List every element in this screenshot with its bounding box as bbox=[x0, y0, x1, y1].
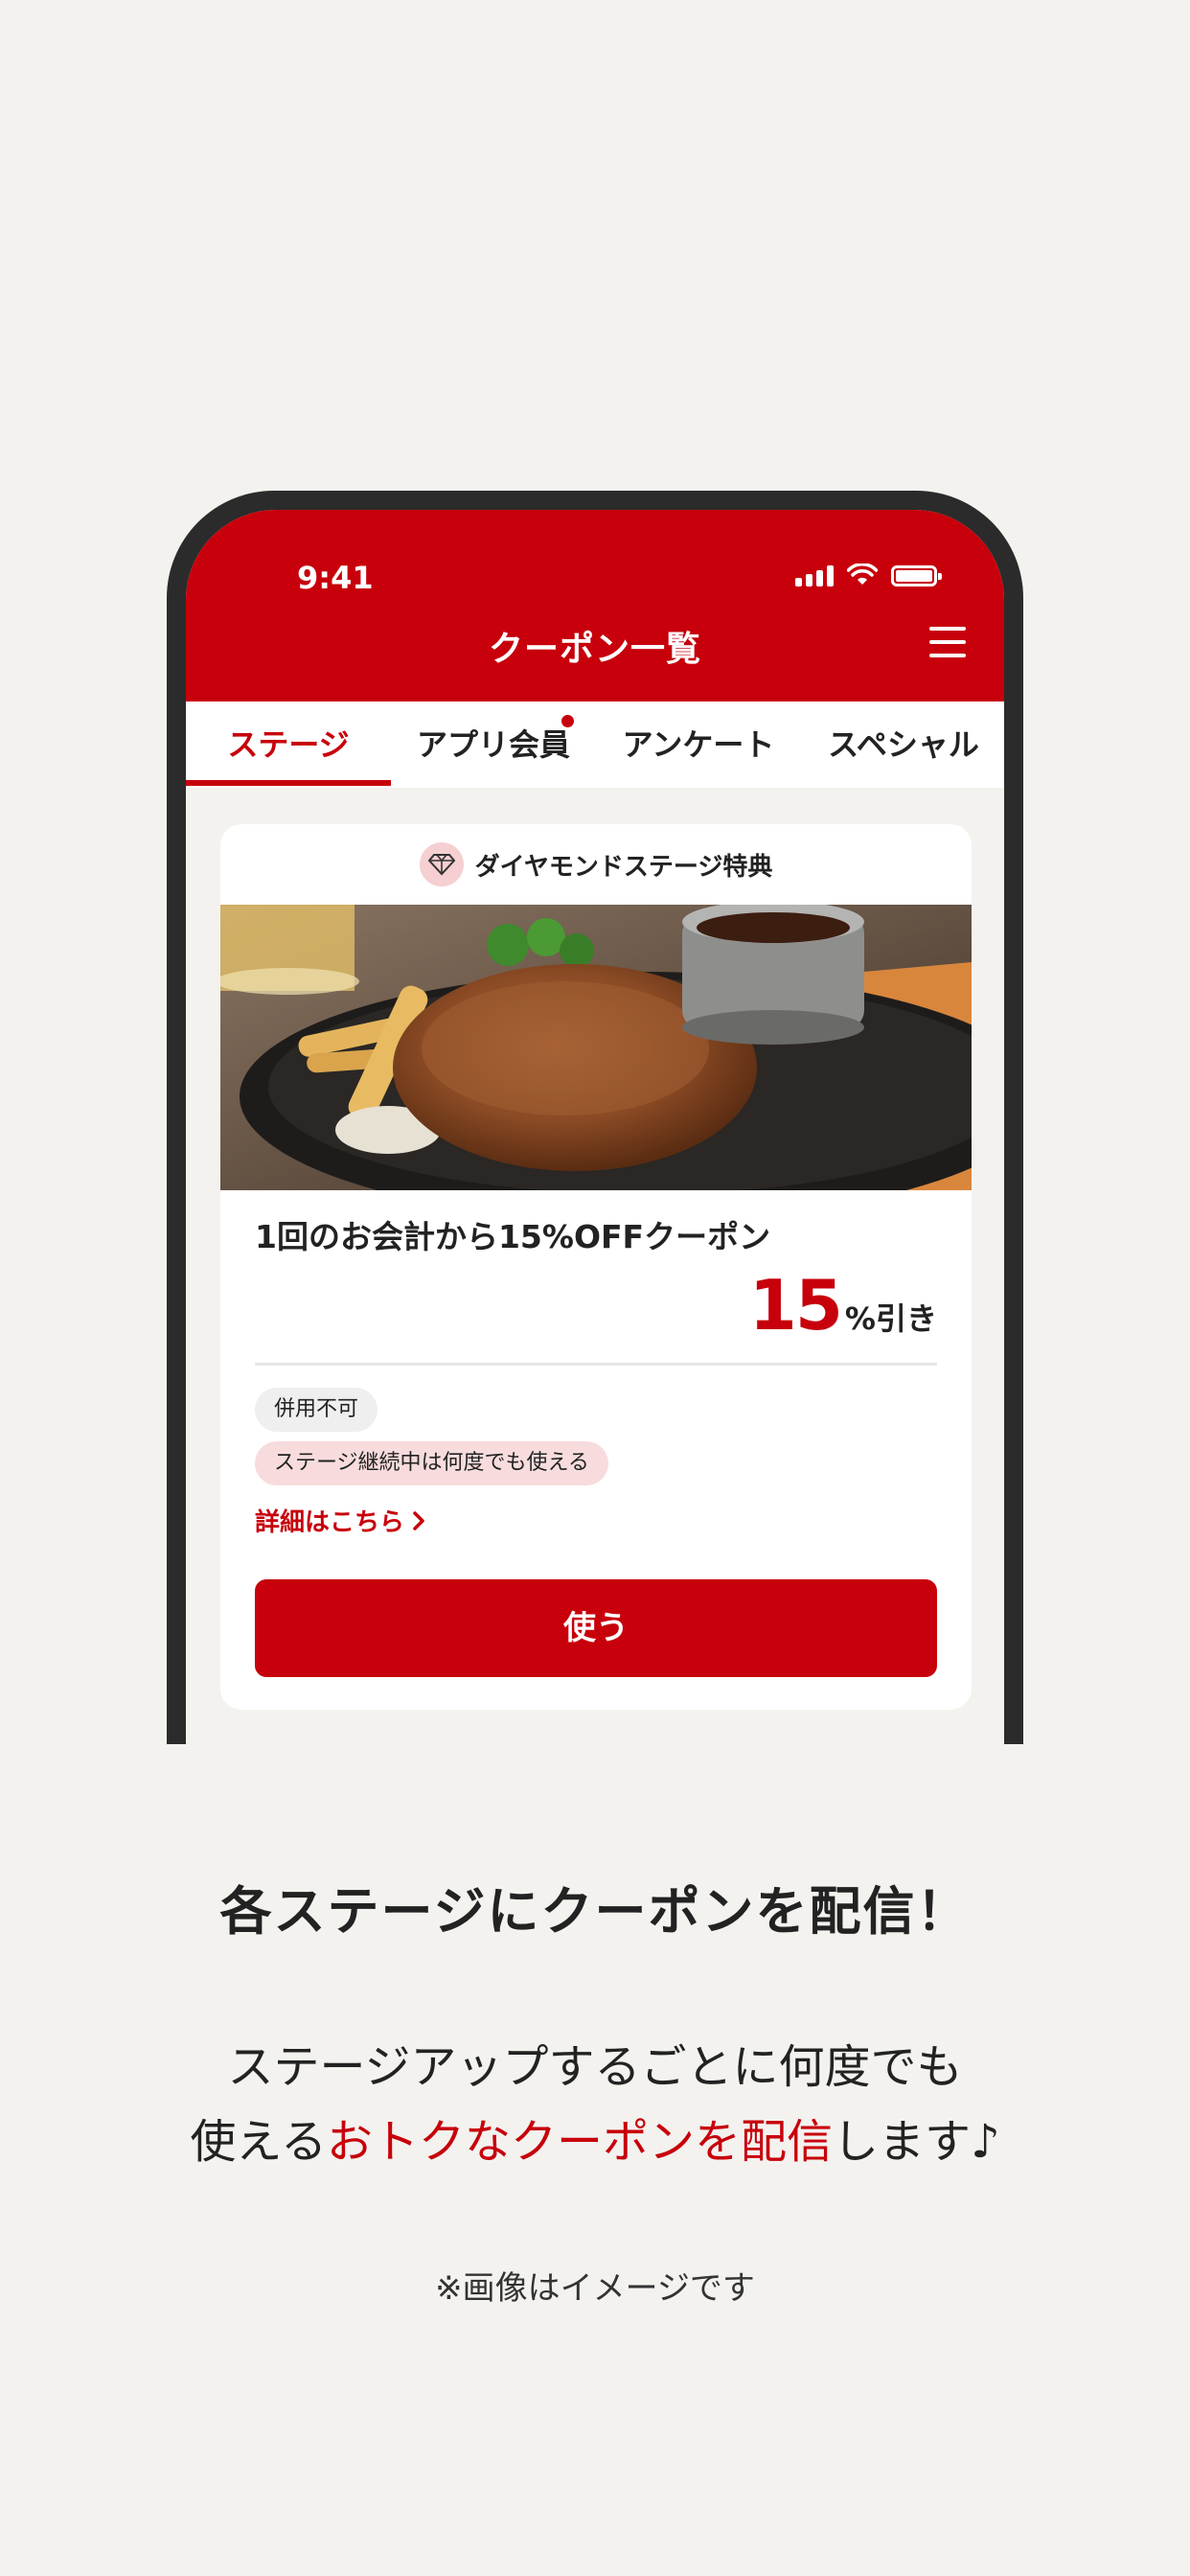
tab-survey[interactable]: アンケート bbox=[596, 702, 801, 788]
page-title: クーポン一覧 bbox=[488, 630, 701, 669]
battery-icon bbox=[891, 565, 942, 586]
promo-desc-suffix: します♪ bbox=[832, 2115, 1000, 2169]
phone-mockup: 9:41 クーポン一覧 ステージ アプリ会員 アンケート スペシャル ダイヤモン… bbox=[167, 491, 1023, 1744]
tag-not-combinable: 併用不可 bbox=[255, 1388, 378, 1432]
coupon-card: ダイヤモンドステージ特典 1回のお会計から15%OFFクーポン 15 %引き 併… bbox=[220, 824, 972, 1710]
diamond-icon bbox=[419, 842, 464, 886]
image-note: ※画像はイメージです bbox=[435, 2269, 755, 2308]
chevron-right-icon bbox=[413, 1510, 424, 1530]
divider bbox=[255, 1363, 937, 1366]
notification-dot bbox=[561, 715, 574, 727]
signal-icon bbox=[795, 565, 834, 586]
promo-desc-line1: ステージアップするごとに何度でも bbox=[227, 2040, 963, 2094]
card-header: ダイヤモンドステージ特典 bbox=[220, 824, 972, 905]
detail-link-label: 詳細はこちら bbox=[255, 1508, 405, 1537]
status-time: 9:41 bbox=[297, 560, 374, 596]
stage-benefit-label: ダイヤモンドステージ特典 bbox=[474, 852, 773, 882]
hamburg-steak-photo bbox=[220, 905, 972, 1190]
tab-stage[interactable]: ステージ bbox=[186, 702, 391, 788]
wifi-icon bbox=[847, 564, 878, 585]
discount-unit: %引き bbox=[844, 1300, 937, 1337]
promo-desc-prefix: 使える bbox=[190, 2115, 327, 2169]
hamburger-menu-icon[interactable] bbox=[929, 627, 966, 657]
tab-bar: ステージ アプリ会員 アンケート スペシャル bbox=[186, 702, 1004, 788]
detail-link[interactable]: 詳細はこちら bbox=[255, 1503, 425, 1538]
use-coupon-button[interactable]: 使う bbox=[255, 1579, 937, 1677]
app-header: 9:41 クーポン一覧 bbox=[186, 510, 1004, 702]
coupon-title: 1回のお会計から15%OFFクーポン bbox=[255, 1218, 771, 1255]
tab-special[interactable]: スペシャル bbox=[801, 702, 1004, 788]
discount-display: 15 %引き bbox=[749, 1265, 937, 1346]
active-tab-indicator bbox=[186, 780, 391, 786]
status-icons bbox=[795, 564, 942, 586]
promo-headline: 各ステージにクーポンを配信！ bbox=[219, 1881, 971, 1942]
promo-desc-highlight: おトクなクーポンを配信 bbox=[326, 2115, 833, 2169]
tag-reusable: ステージ継続中は何度でも使える bbox=[255, 1441, 608, 1485]
promo-desc-line2: 使えるおトクなクーポンを配信します♪ bbox=[0, 2104, 1190, 2179]
discount-value: 15 bbox=[748, 1265, 843, 1346]
promo-description: ステージアップするごとに何度でも 使えるおトクなクーポンを配信します♪ bbox=[0, 2030, 1190, 2179]
phone-screen: 9:41 クーポン一覧 ステージ アプリ会員 アンケート スペシャル ダイヤモン… bbox=[186, 510, 1004, 1744]
